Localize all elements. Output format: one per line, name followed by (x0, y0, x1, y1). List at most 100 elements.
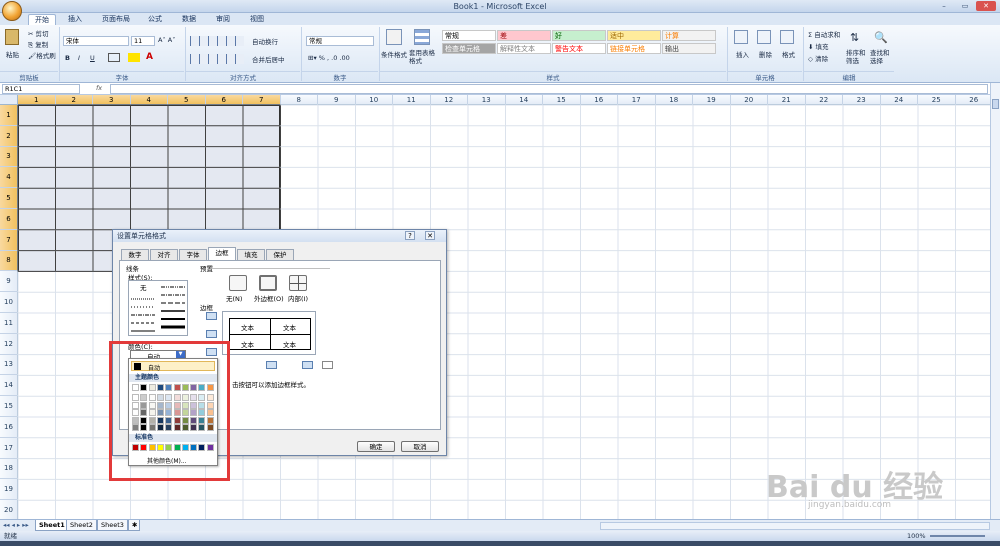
dialog-tab-1[interactable]: 对齐 (150, 249, 178, 260)
scroll-thumb[interactable] (992, 99, 999, 109)
align-left-icons[interactable] (190, 54, 244, 64)
border-top-button[interactable] (206, 312, 217, 320)
style-0-2[interactable]: 好 (552, 30, 606, 41)
style-1-3[interactable]: 链接单元格 (607, 43, 661, 54)
preset-inside-button[interactable] (289, 275, 307, 291)
formula-input[interactable] (110, 84, 988, 94)
style-1-0[interactable]: 检查单元格 (442, 43, 496, 54)
format-icon[interactable] (780, 30, 794, 44)
insert-icon[interactable] (734, 30, 748, 44)
tab-5[interactable]: 审阅 (210, 14, 236, 25)
sheet-tab-1[interactable]: Sheet1 (35, 520, 69, 531)
conditional-format-button[interactable]: 条件格式 (381, 49, 407, 59)
group-label-clipboard: 剪贴板 (0, 71, 58, 82)
conditional-format-icon[interactable] (386, 29, 402, 45)
tab-0[interactable]: 开始 (28, 14, 56, 25)
tab-4[interactable]: 数据 (176, 14, 202, 25)
help-icon[interactable]: ? (405, 231, 415, 240)
line-style-samples[interactable] (129, 281, 187, 335)
formula-bar: R1C1 fx (0, 83, 1000, 95)
fill-down-icon: ⬇ (808, 43, 814, 51)
fill-button[interactable]: ⬇ 填充 (808, 41, 829, 51)
border-right-button[interactable] (302, 361, 313, 369)
sheet-tabs-bar: ◂◂ ◂ ▸ ▸▸ Sheet1 Sheet2 Sheet3 ✱ (0, 519, 1000, 531)
copy-button[interactable]: ⎘ 复制 (28, 39, 48, 50)
border-center-button[interactable] (266, 361, 277, 369)
style-1-4[interactable]: 输出 (662, 43, 716, 54)
tab-3[interactable]: 公式 (142, 14, 168, 25)
ribbon: 粘贴 ✂ 剪切 ⎘ 复制 🖌格式刷 剪贴板 宋体 11 A˄ A˅ B I U … (0, 25, 1000, 83)
close-button[interactable]: ✕ (976, 1, 996, 11)
delete-button[interactable]: 删除 (759, 49, 772, 59)
minimize-button[interactable]: – (934, 1, 954, 11)
font-size-select[interactable]: 11 (131, 36, 155, 46)
underline-button[interactable]: U (90, 54, 95, 62)
dialog-tab-0[interactable]: 数字 (121, 249, 149, 260)
vertical-scrollbar[interactable] (990, 83, 1000, 519)
style-1-1[interactable]: 解释性文本 (497, 43, 551, 54)
table-format-icon[interactable] (414, 29, 430, 45)
insert-button[interactable]: 插入 (736, 49, 749, 59)
style-0-0[interactable]: 常规 (442, 30, 496, 41)
number-format-select[interactable]: 常规 (306, 36, 374, 46)
zoom-slider[interactable] (930, 535, 985, 537)
wrap-text-button[interactable]: 自动换行 (252, 36, 278, 46)
italic-button[interactable]: I (78, 54, 80, 62)
find-select-button[interactable]: 查找和选择 (870, 49, 892, 65)
tab-6[interactable]: 视图 (244, 14, 270, 25)
font-name-select[interactable]: 宋体 (63, 36, 129, 46)
group-label-number: 数字 (302, 71, 378, 82)
style-1-2[interactable]: 警告文本 (552, 43, 606, 54)
align-top-icons[interactable] (190, 36, 244, 46)
find-select-icon[interactable]: 🔍 (874, 31, 888, 44)
merge-center-button[interactable]: 合并后居中 (252, 54, 285, 64)
dialog-close-icon[interactable]: ✕ (425, 231, 435, 240)
diagonal-button[interactable] (322, 361, 333, 369)
tab-1[interactable]: 插入 (62, 14, 88, 25)
dialog-tab-5[interactable]: 保护 (266, 249, 294, 260)
border-icon[interactable] (108, 53, 120, 62)
percent-icon[interactable]: ⊞▾ % , .0 .00 (308, 54, 350, 62)
sort-filter-icon[interactable]: ⇅ (850, 31, 859, 44)
preset-none-button[interactable] (229, 275, 247, 291)
clear-button[interactable]: ◇ 清除 (808, 53, 828, 63)
font-color-icon[interactable]: A (146, 52, 153, 62)
paste-button[interactable]: 粘贴 (6, 49, 19, 59)
fill-color-icon[interactable] (128, 53, 140, 62)
new-sheet-icon[interactable]: ✱ (128, 520, 140, 531)
maximize-button[interactable]: ▭ (955, 1, 975, 11)
cut-button[interactable]: ✂ 剪切 (28, 28, 49, 38)
sheet-tab-3[interactable]: Sheet3 (97, 520, 128, 531)
zoom-level[interactable]: 100% (907, 531, 926, 541)
name-box[interactable]: R1C1 (2, 84, 80, 94)
style-0-1[interactable]: 差 (497, 30, 551, 41)
tab-2[interactable]: 页面布局 (96, 14, 136, 25)
office-button-icon[interactable] (2, 1, 22, 21)
sheet-tab-2[interactable]: Sheet2 (66, 520, 97, 531)
ok-button[interactable]: 确定 (357, 441, 395, 452)
line-style-list[interactable]: 无 (128, 280, 188, 336)
format-painter-button[interactable]: 🖌格式刷 (28, 50, 56, 60)
dialog-tab-2[interactable]: 字体 (179, 249, 207, 260)
format-button[interactable]: 格式 (782, 49, 795, 59)
dialog-tab-3[interactable]: 边框 (208, 247, 236, 260)
autosum-button[interactable]: Σ 自动求和 (808, 29, 840, 39)
grow-font-icon[interactable]: A˄ A˅ (158, 36, 175, 44)
bold-button[interactable]: B (65, 54, 70, 62)
style-0-3[interactable]: 适中 (607, 30, 661, 41)
sheet-nav-icons[interactable]: ◂◂ ◂ ▸ ▸▸ (3, 521, 29, 529)
style-0-4[interactable]: 计算 (662, 30, 716, 41)
table-format-button[interactable]: 套用表格格式 (409, 49, 439, 65)
sort-filter-button[interactable]: 排序和筛选 (846, 49, 868, 65)
fx-icon[interactable]: fx (96, 84, 102, 92)
border-preview[interactable]: 文本 文本 文本 文本 (222, 311, 316, 355)
horizontal-scrollbar[interactable] (600, 522, 990, 530)
preview-text: 文本 (241, 341, 254, 349)
dialog-tab-4[interactable]: 填充 (237, 249, 265, 260)
delete-icon[interactable] (757, 30, 771, 44)
cancel-button[interactable]: 取消 (401, 441, 439, 452)
paste-icon[interactable] (5, 29, 19, 45)
border-middle-button[interactable] (206, 330, 217, 338)
hint-text: 击按钮可以添加边框样式。 (232, 381, 310, 389)
preset-outline-button[interactable] (259, 275, 277, 291)
